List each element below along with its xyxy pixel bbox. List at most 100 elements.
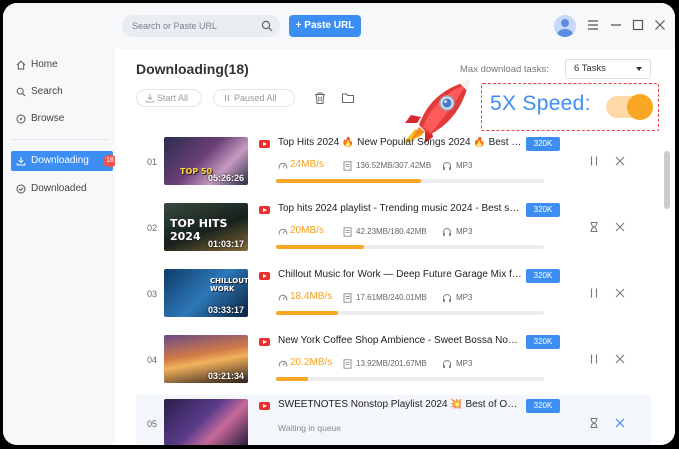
sidebar-item-label: Home <box>31 59 58 70</box>
file-icon <box>343 293 352 303</box>
file-size: 17.61MB/240.01MB <box>356 293 427 302</box>
start-all-button[interactable]: Start All <box>136 89 202 107</box>
video-title: SWEETNOTES Nonstop Playlist 2024 💥 Best … <box>278 399 522 410</box>
row-number: 04 <box>147 355 158 365</box>
quality-badge: 320K <box>526 335 560 349</box>
pause-icon[interactable] <box>588 353 600 365</box>
video-title: Top hits 2024 playlist - Trending music … <box>278 203 522 214</box>
youtube-icon <box>259 140 270 148</box>
headphones-icon <box>443 162 451 170</box>
home-icon <box>16 60 26 70</box>
sidebar-item-downloading[interactable]: Downloading 18 <box>11 151 117 171</box>
toggle-knob <box>627 94 653 120</box>
download-row: 02 TOP HITS 2024 01:03:17 Top hits 2024 … <box>136 199 651 257</box>
pause-icon[interactable] <box>588 287 600 299</box>
max-tasks-label: Max download tasks: <box>460 64 549 75</box>
minimize-icon[interactable] <box>608 17 624 33</box>
hourglass-icon[interactable] <box>588 417 600 429</box>
max-tasks-select[interactable]: 6 Tasks <box>565 59 651 79</box>
file-icon <box>343 359 352 369</box>
speed-gauge-icon <box>278 162 288 169</box>
download-icon <box>16 157 26 166</box>
sidebar-item-home[interactable]: Home <box>11 55 113 75</box>
youtube-icon <box>259 402 270 410</box>
menu-icon[interactable] <box>585 17 601 33</box>
video-duration: 03:21:34 <box>207 371 244 381</box>
video-thumbnail[interactable]: 03:21:34 <box>164 335 248 383</box>
sidebar-item-label: Downloaded <box>31 183 87 194</box>
check-circle-icon <box>16 184 26 194</box>
trash-icon[interactable] <box>313 91 327 105</box>
file-icon <box>343 161 352 171</box>
quality-badge: 320K <box>526 203 560 217</box>
video-title: New York Coffee Shop Ambience - Sweet Bo… <box>278 335 522 346</box>
download-speed: 24MB/s <box>290 159 324 170</box>
search-placeholder: Search or Paste URL <box>132 21 218 31</box>
file-size: 42.23MB/180.42MB <box>356 227 427 236</box>
video-thumbnail[interactable]: TOP 50 05:26:26 <box>164 137 248 185</box>
folder-icon[interactable] <box>341 91 355 105</box>
queue-status: Waiting in queue <box>278 423 342 433</box>
sidebar: Home Search Browse Downloading 18 Downlo… <box>3 49 117 445</box>
speed-boost-panel: 5X Speed: <box>481 83 659 131</box>
progress-bar <box>276 377 544 381</box>
remove-icon[interactable] <box>614 353 626 365</box>
sidebar-divider <box>11 139 109 140</box>
video-duration: 01:03:17 <box>207 239 244 249</box>
headphones-icon <box>443 228 451 236</box>
row-number: 05 <box>147 419 158 429</box>
thumbnail-caption: CHILLOUT WORK <box>210 277 248 293</box>
quality-badge: 320K <box>526 399 560 413</box>
video-title: Chillout Music for Work — Deep Future Ga… <box>278 269 522 280</box>
paste-url-button[interactable]: + Paste URL <box>289 15 361 37</box>
headphones-icon <box>443 360 451 368</box>
sidebar-item-downloaded[interactable]: Downloaded <box>11 179 113 199</box>
row-number: 02 <box>147 223 158 233</box>
main-panel: Downloading(18) Max download tasks: 6 Ta… <box>115 49 675 445</box>
paused-all-label: Paused All <box>234 93 277 103</box>
sidebar-item-browse[interactable]: Browse <box>11 109 113 129</box>
sidebar-item-search[interactable]: Search <box>11 82 113 102</box>
video-thumbnail[interactable] <box>164 399 248 445</box>
close-icon[interactable] <box>652 17 668 33</box>
search-input[interactable]: Search or Paste URL <box>122 15 280 37</box>
video-duration: 05:26:26 <box>207 173 244 183</box>
hourglass-icon[interactable] <box>588 221 600 233</box>
download-speed: 20.2MB/s <box>290 357 333 368</box>
scrollbar[interactable] <box>664 127 670 445</box>
file-size: 136.52MB/307.42MB <box>356 161 432 170</box>
search-icon[interactable] <box>261 20 273 32</box>
remove-icon[interactable] <box>614 221 626 233</box>
progress-bar <box>276 179 544 183</box>
speed-boost-label: 5X Speed: <box>490 92 591 115</box>
paused-all-button[interactable]: Paused All <box>213 89 295 107</box>
start-all-label: Start All <box>157 93 189 103</box>
video-thumbnail[interactable]: TOP HITS 2024 01:03:17 <box>164 203 248 251</box>
progress-fill <box>276 311 338 315</box>
row-number: 03 <box>147 289 158 299</box>
download-row: 04 03:21:34 New York Coffee Shop Ambienc… <box>136 331 651 389</box>
sidebar-item-label: Browse <box>31 113 65 124</box>
quality-badge: 320K <box>526 137 560 151</box>
file-size: 13.92MB/201.67MB <box>356 359 427 368</box>
remove-icon[interactable] <box>614 287 626 299</box>
top-bar: Search or Paste URL + Paste URL <box>3 3 675 49</box>
file-format: MP3 <box>456 293 473 302</box>
remove-icon[interactable] <box>614 417 626 429</box>
caret-down-icon <box>636 67 642 71</box>
file-format: MP3 <box>456 161 473 170</box>
avatar[interactable] <box>554 15 576 37</box>
progress-fill <box>276 245 365 249</box>
youtube-icon <box>259 338 270 346</box>
remove-icon[interactable] <box>614 155 626 167</box>
download-row: 05 SWEETNOTES Nonstop Playlist 2024 💥 Be… <box>136 395 651 445</box>
speed-boost-toggle[interactable] <box>606 94 653 120</box>
scrollbar-thumb[interactable] <box>664 151 670 209</box>
progress-fill <box>276 377 309 381</box>
maximize-icon[interactable] <box>630 17 646 33</box>
pause-icon[interactable] <box>588 155 600 167</box>
app-window: Search or Paste URL + Paste URL Home Sea… <box>3 3 675 445</box>
page-title: Downloading(18) <box>136 61 249 77</box>
video-thumbnail[interactable]: CHILLOUT WORK 03:33:17 <box>164 269 248 317</box>
sidebar-item-label: Downloading <box>31 155 89 166</box>
